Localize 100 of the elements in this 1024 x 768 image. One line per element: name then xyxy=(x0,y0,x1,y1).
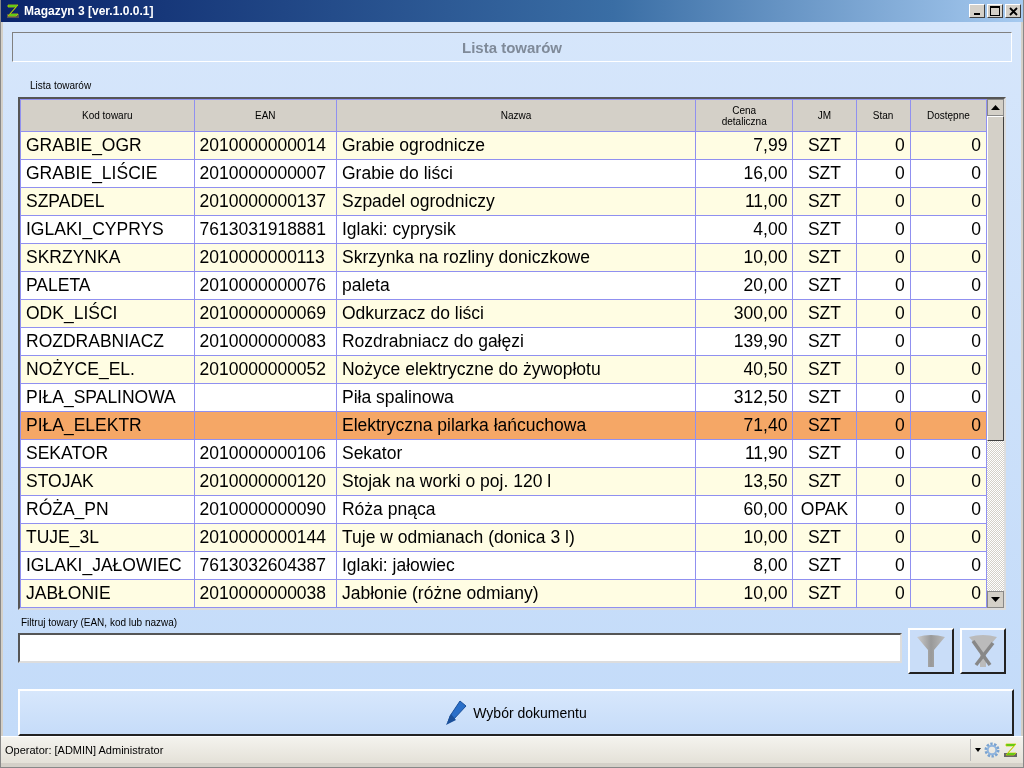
table-cell: 10,00 xyxy=(743,527,788,547)
table-cell: 0 xyxy=(895,471,905,491)
table-cell: 0 xyxy=(895,275,905,295)
table-row[interactable]: GRABIE_LIŚCIE 2010000000007 Grabie do liści 16,00 SZT 0 0 xyxy=(20,159,987,188)
filter-label: Filtruj towary (EAN, kod lub nazwa) xyxy=(21,617,179,628)
table-cell: SZT xyxy=(807,275,841,295)
table-cell: SZT xyxy=(807,443,841,463)
table-cell: 0 xyxy=(895,583,905,603)
table-row[interactable]: ROZDRABNIACZ 2010000000083 Rozdrabniacz do gałęzi 139,90 SZT 0 0 xyxy=(20,327,987,356)
table-cell: SZT xyxy=(807,415,841,435)
table-cell: 0 xyxy=(895,163,905,183)
funnel-icon xyxy=(916,633,947,669)
app-logo-icon xyxy=(5,3,21,19)
table-cell: JABŁONIE xyxy=(26,583,111,603)
table-row[interactable]: IGLAKI_CYPRYS 7613031918881 Iglaki: cyprysik 4,00 SZT 0 0 xyxy=(20,215,987,244)
table-row[interactable]: SEKATOR 2010000000106 Sekator 11,90 SZT 0 0 xyxy=(20,439,987,468)
table-cell: SZT xyxy=(807,471,841,491)
minimize-button[interactable] xyxy=(969,4,985,18)
table-cell: 0 xyxy=(971,191,981,211)
table-cell: Iglaki: jałowiec xyxy=(341,555,455,575)
column-header: JM xyxy=(792,99,857,132)
table-cell: 0 xyxy=(971,135,981,155)
table-cell: 16,00 xyxy=(743,163,788,183)
table-row[interactable]: RÓŻA_PN 2010000000090 Róża pnąca 60,00 OPAK 0 0 xyxy=(20,495,987,524)
table-cell: SZPADEL xyxy=(26,191,105,211)
table-row[interactable]: TUJE_3L 2010000000144 Tuje w odmianach (donica 3 l) 10,00 SZT 0 0 xyxy=(20,523,987,552)
table-cell: RÓŻA_PN xyxy=(26,499,109,519)
table-cell: 10,00 xyxy=(743,247,788,267)
table-cell: SKRZYNKA xyxy=(26,247,121,267)
table-row[interactable]: SKRZYNKA 2010000000113 Skrzynka na rozliny doniczkowe 10,00 SZT 0 0 xyxy=(20,243,987,272)
table-cell: 2010000000083 xyxy=(199,331,327,351)
table-label: Lista towarów xyxy=(30,80,93,91)
table-cell: 0 xyxy=(895,331,905,351)
table-row[interactable]: GRABIE_OGR 2010000000014 Grabie ogrodnicze 7,99 SZT 0 0 xyxy=(20,131,987,160)
close-button[interactable] xyxy=(1005,4,1021,18)
table-cell: SEKATOR xyxy=(26,443,108,463)
clear-filter-button[interactable] xyxy=(960,628,1006,674)
table-row[interactable]: NOŻYCE_EL. 2010000000052 Nożyce elektryczne do żywopłotu 40,50 SZT 0 0 xyxy=(20,355,987,384)
table-row[interactable]: PALETA 2010000000076 paleta 20,00 SZT 0 0 xyxy=(20,271,987,300)
scroll-down-icon[interactable] xyxy=(987,591,1004,608)
table-cell: paleta xyxy=(341,275,390,295)
table-cell: SZT xyxy=(807,331,841,351)
table-cell: 0 xyxy=(971,527,981,547)
table-cell: 4,00 xyxy=(753,219,788,239)
table-cell: 0 xyxy=(971,499,981,519)
table-cell: 2010000000120 xyxy=(199,471,327,491)
table-row[interactable]: PIŁA_ELEKTR Elektryczna pilarka łańcuchowa 71,40 SZT 0 0 xyxy=(20,411,987,440)
table-cell: Tuje w odmianach (donica 3 l) xyxy=(341,527,575,547)
table-cell: 0 xyxy=(971,331,981,351)
app-logo-icon[interactable] xyxy=(1003,742,1019,758)
table-cell: Sekator xyxy=(341,443,403,463)
table-cell: SZT xyxy=(807,527,841,547)
table-cell: Iglaki: cyprysik xyxy=(341,219,456,239)
maximize-button[interactable] xyxy=(987,4,1003,18)
table-row[interactable]: ODK_LIŚCI 2010000000069 Odkurzacz do liści 300,00 SZT 0 0 xyxy=(20,299,987,328)
table-cell: SZT xyxy=(807,387,841,407)
table-cell: SZT xyxy=(807,359,841,379)
table-cell: 10,00 xyxy=(743,583,788,603)
table-cell: 11,90 xyxy=(744,443,788,463)
table-cell: TUJE_3L xyxy=(26,527,99,547)
table-cell: 60,00 xyxy=(743,499,788,519)
table-cell: 0 xyxy=(971,583,981,603)
table-cell: SZT xyxy=(807,303,841,323)
table-cell: 2010000000014 xyxy=(199,135,327,155)
table-cell: 8,00 xyxy=(753,555,788,575)
close-icon xyxy=(1008,6,1018,16)
table-cell: 0 xyxy=(971,415,981,435)
table-cell: IGLAKI_JAŁOWIEC xyxy=(26,555,182,575)
table-cell: 300,00 xyxy=(733,303,788,323)
filter-button[interactable] xyxy=(908,628,955,674)
minimize-icon xyxy=(974,13,980,15)
scroll-thumb[interactable] xyxy=(987,116,1004,441)
table-row[interactable]: IGLAKI_JAŁOWIEC 7613032604387 Iglaki: jałowiec 8,00 SZT 0 0 xyxy=(20,551,987,580)
document-selection-button[interactable]: Wybór dokumentu xyxy=(18,689,1014,736)
column-header: Cena detaliczna xyxy=(695,99,793,132)
table-cell: 0 xyxy=(971,555,981,575)
scroll-up-icon[interactable] xyxy=(987,99,1004,116)
table-cell: 0 xyxy=(971,471,981,491)
caret-icon[interactable] xyxy=(975,748,981,752)
table-cell: STOJAK xyxy=(26,471,94,491)
table-cell: 7613032604387 xyxy=(199,555,327,575)
table-cell: 0 xyxy=(895,499,905,519)
table-cell: SZT xyxy=(807,247,841,267)
table-cell: 0 xyxy=(895,443,905,463)
table-cell: SZT xyxy=(807,191,841,211)
table-cell: 0 xyxy=(895,303,905,323)
table-row[interactable]: PIŁA_SPALINOWA Piła spalinowa 312,50 SZT 0 0 xyxy=(20,383,987,412)
table-cell: GRABIE_OGR xyxy=(26,135,142,155)
filter-input[interactable] xyxy=(18,633,903,663)
scrollbar[interactable] xyxy=(987,99,1004,608)
table-cell: PIŁA_ELEKTR xyxy=(26,415,142,435)
table-cell: PIŁA_SPALINOWA xyxy=(26,387,176,407)
table-cell: Stojak na worki o poj. 120 l xyxy=(341,471,552,491)
table-cell: Skrzynka na rozliny doniczkowe xyxy=(341,247,590,267)
table-row[interactable]: STOJAK 2010000000120 Stojak na worki o poj. 120 l 13,50 SZT 0 0 xyxy=(20,467,987,496)
table-cell: 0 xyxy=(971,275,981,295)
table-cell: 2010000000038 xyxy=(199,583,327,603)
table-row[interactable]: SZPADEL 2010000000137 Szpadel ogrodniczy 11,00 SZT 0 0 xyxy=(20,187,987,216)
table-row[interactable]: JABŁONIE 2010000000038 Jabłonie (różne odmiany) 10,00 SZT 0 0 xyxy=(20,579,987,608)
table-cell: 7,99 xyxy=(753,135,788,155)
